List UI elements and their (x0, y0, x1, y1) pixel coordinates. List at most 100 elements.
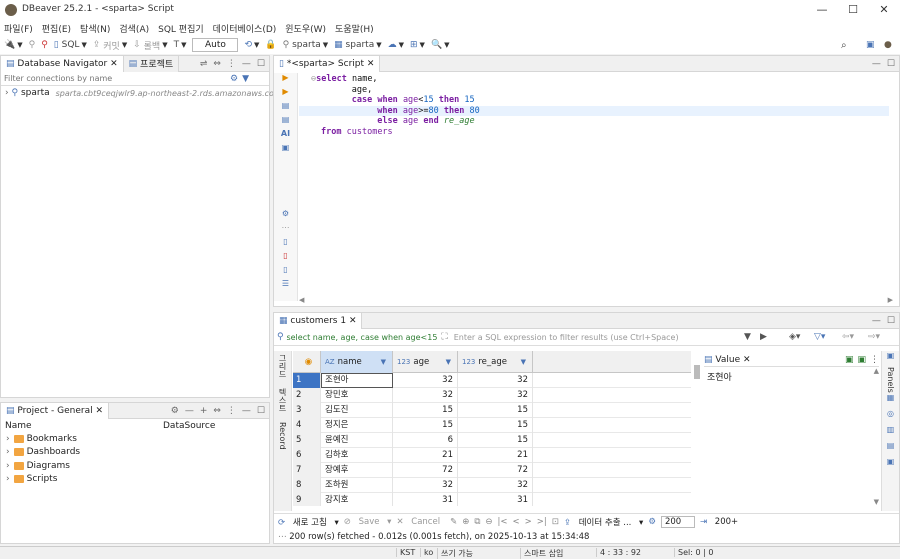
column-header-re-age[interactable]: 123 re_age ▼ (458, 351, 533, 373)
export-button[interactable]: ⇪ 데이터 추출 ... ▾ (564, 516, 643, 528)
table-row[interactable]: 9 강지호 31 31 (293, 493, 691, 506)
row-number[interactable]: 5 (293, 433, 321, 448)
maximize-icon[interactable]: ☐ (257, 59, 265, 69)
cell-age[interactable]: 21 (393, 448, 458, 463)
more-icon[interactable]: ⋯ (274, 223, 297, 237)
ai-icon[interactable]: AI (274, 129, 297, 143)
cell-age[interactable]: 32 (393, 373, 458, 388)
save-value-icon[interactable]: ▣ (845, 355, 854, 365)
cell-age[interactable]: 15 (393, 418, 458, 433)
filter-icon[interactable]: ⚙ (230, 74, 238, 84)
cloud-button[interactable]: ☁ ▼ (388, 40, 404, 50)
table-row[interactable]: 6 김하호 21 21 (293, 448, 691, 463)
row-number[interactable]: 4 (293, 418, 321, 433)
delete-row-icon[interactable]: ⊖ (485, 517, 492, 527)
cell-name[interactable]: 조하원 (321, 478, 393, 493)
connect-button[interactable]: ⚲ (29, 40, 36, 50)
close-icon[interactable]: ✕ (367, 59, 375, 69)
cell-age[interactable]: 32 (393, 388, 458, 403)
fetch-size-input[interactable]: 200 (660, 515, 695, 528)
explain-icon[interactable]: ▤ (274, 101, 297, 115)
maximize-button[interactable]: ☐ (837, 2, 869, 18)
row-number[interactable]: 6 (293, 448, 321, 463)
cell-re-age[interactable]: 15 (458, 418, 533, 433)
collapse-icon[interactable]: — (185, 406, 194, 416)
format-icon[interactable]: ▤ (274, 115, 297, 129)
table-row[interactable]: 4 정지은 15 15 (293, 418, 691, 433)
disconnect-button[interactable]: ⚲ (41, 40, 48, 50)
panels-label[interactable]: Panels (886, 367, 895, 393)
table-row[interactable]: 3 김도진 15 15 (293, 403, 691, 418)
menu-help[interactable]: 도움말(H) (335, 22, 374, 35)
back-icon[interactable]: ⇦▾ (842, 332, 854, 342)
row-number[interactable]: 2 (293, 388, 321, 403)
menu-icon[interactable]: ⋮ (227, 59, 236, 69)
more-icon[interactable]: ⋯ (278, 532, 287, 542)
column-header-age[interactable]: 123 age ▼ (393, 351, 458, 373)
history-button[interactable]: ⟲ ▼ (244, 40, 259, 50)
find-button[interactable]: 🔍 ▼ (431, 40, 450, 50)
cell-name[interactable]: 김도진 (321, 403, 393, 418)
expand-icon[interactable]: › (6, 474, 10, 484)
auto-apply-icon[interactable]: ▣ (857, 355, 866, 365)
cell-name[interactable]: 김하호 (321, 448, 393, 463)
value-menu-icon[interactable]: ⋮ (870, 355, 879, 365)
rollback-button[interactable]: ⇩ 롤백 ▼ (133, 39, 167, 52)
perspective-button[interactable]: ▣ (866, 40, 875, 50)
value-scroll-down-icon[interactable]: ▼ (874, 498, 879, 506)
panels-toggle-icon[interactable]: ▣ (882, 351, 899, 367)
metadata-icon[interactable]: ◎ (882, 409, 899, 425)
menu-icon[interactable]: ⋮ (227, 406, 236, 416)
minimize-icon[interactable]: — (242, 406, 251, 416)
timezone-indicator[interactable]: KST (396, 548, 415, 557)
connection-item-sparta[interactable]: › ⚲ sparta sparta.cbt9ceqjwlr9.ap-northe… (1, 86, 282, 100)
cell-age[interactable]: 72 (393, 463, 458, 478)
sort-dropdown-icon[interactable]: ▼ (446, 358, 451, 366)
prev-page-icon[interactable]: < (513, 517, 520, 527)
sort-dropdown-icon[interactable]: ▼ (521, 358, 526, 366)
erase-filter-icon[interactable]: ◈▾ (789, 332, 800, 342)
execute-icon[interactable]: ▶ (274, 73, 297, 87)
close-button[interactable]: ✕ (868, 2, 900, 18)
cell-name[interactable]: 장예후 (321, 463, 393, 478)
row-number[interactable]: 3 (293, 403, 321, 418)
close-icon[interactable]: ✕ (349, 316, 357, 326)
new-script-icon[interactable]: ▯ (274, 237, 297, 251)
minimize-icon[interactable]: — (872, 59, 881, 69)
link-icon[interactable]: ⇔ (213, 59, 221, 69)
forward-icon[interactable]: ⇨▾ (868, 332, 880, 342)
table-row[interactable]: 7 장예후 72 72 (293, 463, 691, 478)
datasource-selector[interactable]: ⚲ sparta ▼ (283, 40, 329, 50)
maximize-icon[interactable]: ☐ (887, 316, 895, 326)
expand-icon[interactable]: › (5, 88, 9, 98)
project-item-diagrams[interactable]: › Diagrams (1, 459, 269, 473)
vtab-grid[interactable]: 그리드 (277, 354, 288, 378)
connection-filter-input[interactable] (4, 74, 224, 83)
grouping-icon[interactable]: ▦ (882, 393, 899, 409)
settings-icon[interactable]: ⚙ (274, 209, 297, 223)
menu-navigate[interactable]: 탐색(N) (80, 22, 110, 35)
minimize-icon[interactable]: — (242, 59, 251, 69)
global-search-button[interactable]: ⌕ (841, 40, 847, 51)
row-number[interactable]: 7 (293, 463, 321, 478)
table-row[interactable]: 2 장민호 32 32 (293, 388, 691, 403)
menu-edit[interactable]: 편집(E) (42, 22, 71, 35)
cell-age[interactable]: 32 (393, 478, 458, 493)
table-row[interactable]: 5 윤예진 6 15 (293, 433, 691, 448)
project-item-dashboards[interactable]: › Dashboards (1, 446, 269, 460)
cell-age[interactable]: 15 (393, 403, 458, 418)
cell-re-age[interactable]: 72 (458, 463, 533, 478)
tab-projects[interactable]: ▤ 프로젝트 (123, 55, 180, 72)
apply-filter-icon[interactable]: ▶ (760, 332, 767, 342)
expand-icon[interactable]: › (6, 434, 10, 444)
chart-icon[interactable]: ▥ (882, 425, 899, 441)
lock-button[interactable]: 🔒 (265, 40, 276, 50)
row-number[interactable]: 8 (293, 478, 321, 493)
cell-age[interactable]: 31 (393, 493, 458, 506)
filter-config-icon[interactable]: ▼ (242, 74, 249, 84)
vtab-record[interactable]: Record (278, 422, 287, 450)
menu-database[interactable]: 데이터베이스(D) (213, 22, 277, 35)
column-header-name[interactable]: AZ name ▼ (321, 351, 393, 373)
tab-project-general[interactable]: ▤ Project - General ✕ (1, 402, 110, 419)
sort-dropdown-icon[interactable]: ▼ (381, 358, 386, 366)
